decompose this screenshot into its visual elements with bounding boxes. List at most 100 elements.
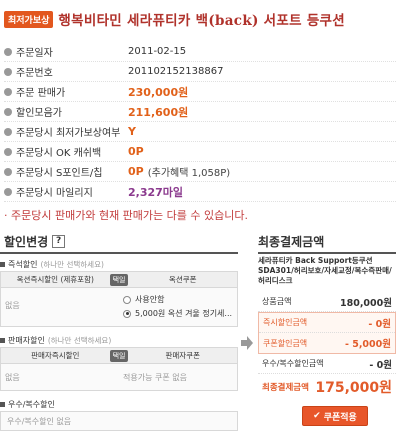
instant-discount-title: 즉석할인 — [8, 259, 38, 269]
instant-discount-left-cell: 없음 — [1, 288, 119, 328]
s-point-value: 0P — [128, 165, 144, 178]
auction-coupon-cell: 사용안함 5,000원 옥션 겨울 정기세... — [119, 288, 237, 328]
apply-coupon-button[interactable]: ✔ 쿠폰적용 — [302, 406, 368, 426]
bullet-icon — [4, 187, 12, 196]
arrow-right-icon — [241, 336, 253, 350]
discount-price-value: 211,600원 — [128, 105, 189, 119]
order-info-row: 주문번호 201102152138867 — [4, 62, 396, 82]
no-discount-text: 없음 — [5, 301, 20, 310]
square-bullet-icon — [0, 261, 5, 267]
seller-discount-body: 없음 적용가능 쿠폰 없음 — [1, 364, 237, 389]
bullet-icon — [4, 47, 12, 56]
order-info-row: 주문당시 최저가보상여부 Y — [4, 122, 396, 142]
order-info-label: 주문번호 — [16, 68, 53, 79]
combo-discount-title: 우수/복수할인 — [8, 399, 55, 409]
seller-discount-label: 판매자할인 (하나만 선택하세요) — [0, 333, 238, 347]
discount-amount-box: 즉시할인금액 - 0원 쿠폰할인금액 - 5,000원 — [258, 312, 396, 354]
lowest-price-guarantee-value: Y — [128, 125, 136, 138]
order-info-list: 주문일자 2011-02-15 주문번호 201102152138867 주문 … — [4, 42, 396, 202]
square-bullet-icon — [0, 337, 5, 343]
seller-instant-discount-col: 판매자즉시할인 — [31, 351, 80, 360]
coupon-discount-amount-value: - 5,000원 — [344, 339, 391, 350]
bullet-icon — [4, 107, 12, 116]
order-info-label: 할인모음가 — [16, 108, 62, 119]
bullet-icon — [4, 127, 12, 136]
discount-change-title: 할인변경 — [4, 235, 49, 249]
auction-coupon-col: 옥션쿠폰 — [168, 275, 197, 284]
combo-discount-amount-label: 우수/복수할인금액 — [262, 359, 324, 368]
no-combo-discount-text: 우수/복수할인 없음 — [7, 416, 72, 426]
radio-button-checked[interactable] — [123, 309, 131, 318]
bullet-icon — [4, 87, 12, 96]
check-icon: ✔ — [313, 411, 321, 421]
product-amount-row: 상품금액 180,000원 — [258, 292, 396, 312]
bullet-icon — [4, 167, 12, 176]
order-info-label: 주문일자 — [16, 48, 53, 59]
seller-discount-head: 판매자즉시할인 택일 판매자쿠폰 — [1, 348, 237, 364]
seller-discount-box: 판매자즉시할인 택일 판매자쿠폰 없음 적용가능 쿠폰 없음 — [0, 347, 238, 391]
product-amount-value: 180,000원 — [339, 297, 392, 309]
lowest-price-badge: 최저가보상 — [4, 10, 54, 28]
order-info-label: 주문 판매가 — [16, 88, 66, 99]
final-payment-title: 최종결제금액 — [258, 235, 325, 249]
no-coupon-text: 적용가능 쿠폰 없음 — [123, 373, 187, 382]
seller-discount-left-cell: 없음 — [1, 364, 119, 389]
order-number-value: 201102152138867 — [128, 66, 224, 77]
instant-discount-box: 옥션즉시할인 (제휴포함) 택일 옥션쿠폰 없음 사용안함 5,000원 옥션 … — [0, 271, 238, 327]
divider — [258, 252, 396, 254]
price-notice: · 주문당시 판매가와 현재 판매가는 다를 수 있습니다. — [4, 209, 248, 222]
seller-coupon-cell: 적용가능 쿠폰 없음 — [119, 364, 237, 389]
bullet-icon — [4, 147, 12, 156]
product-title: 행복비타민 세라퓨티카 백(back) 서포트 등쿠션 — [58, 13, 345, 29]
combo-discount-amount-value: - 0원 — [369, 359, 392, 371]
product-amount-label: 상품금액 — [262, 297, 292, 306]
apply-coupon-label: 쿠폰적용 — [323, 412, 357, 423]
instant-discount-amount-label: 즉시할인금액 — [263, 318, 308, 327]
no-discount-text: 없음 — [5, 373, 20, 382]
discount-change-header: 할인변경 ? — [4, 233, 66, 250]
select-one-hint: (하나만 선택하세요) — [47, 335, 112, 345]
coupon-option-label: 5,000원 옥션 겨울 정기세... — [135, 309, 233, 318]
choose-one-tag: 택일 — [109, 273, 129, 286]
order-info-label: 주문당시 마일리지 — [16, 188, 93, 199]
order-info-row: 할인모음가 211,600원 — [4, 102, 396, 122]
bullet-icon — [4, 67, 12, 76]
mileage-value: 2,327마일 — [128, 185, 184, 199]
ok-cashbag-value: 0P — [128, 145, 144, 158]
radio-button[interactable] — [123, 295, 131, 304]
final-amount-value: 175,000원 — [315, 380, 392, 396]
order-info-row: 주문당시 S포인트/칩 0P (추가혜택 1,058P) — [4, 162, 396, 182]
combo-discount-amount-row: 우수/복수할인금액 - 0원 — [258, 354, 396, 374]
combo-discount-label: 우수/복수할인 — [0, 397, 238, 411]
s-point-extra: (추가혜택 1,058P) — [147, 168, 231, 179]
seller-coupon-col: 판매자쿠폰 — [165, 351, 200, 360]
seller-discount-title: 판매자할인 — [8, 335, 45, 345]
choose-one-tag: 택일 — [109, 349, 129, 362]
auction-instant-discount-col: 옥션즉시할인 (제휴포함) — [16, 275, 94, 284]
order-info-label: 주문당시 OK 캐쉬백 — [16, 148, 102, 159]
select-one-hint: (하나만 선택하세요) — [40, 259, 104, 269]
coupon-discount-amount-row: 쿠폰할인금액 - 5,000원 — [259, 333, 395, 353]
order-info-row: 주문당시 OK 캐쉬백 0P — [4, 142, 396, 162]
order-info-label: 주문당시 S포인트/칩 — [16, 168, 103, 179]
instant-discount-amount-value: - 0원 — [368, 318, 391, 330]
instant-discount-body: 없음 사용안함 5,000원 옥션 겨울 정기세... — [1, 288, 237, 328]
discount-change-panel: 즉석할인 (하나만 선택하세요) 옥션즉시할인 (제휴포함) 택일 옥션쿠폰 없… — [0, 254, 238, 431]
square-bullet-icon — [0, 401, 5, 407]
coupon-option-none[interactable]: 사용안함 — [123, 294, 233, 305]
order-info-row: 주문당시 마일리지 2,327마일 — [4, 182, 396, 202]
coupon-discount-amount-label: 쿠폰할인금액 — [263, 338, 308, 348]
instant-discount-head: 옥션즉시할인 (제휴포함) 택일 옥션쿠폰 — [1, 272, 237, 288]
order-info-row: 주문 판매가 230,000원 — [4, 82, 396, 102]
order-date-value: 2011-02-15 — [128, 46, 187, 57]
combo-discount-box: 우수/복수할인 없음 — [0, 411, 238, 431]
product-header: 최저가보상 행복비타민 세라퓨티카 백(back) 서포트 등쿠션 — [4, 10, 396, 29]
instant-discount-label: 즉석할인 (하나만 선택하세요) — [0, 257, 238, 271]
help-icon[interactable]: ? — [52, 235, 66, 248]
instant-discount-amount-row: 즉시할인금액 - 0원 — [259, 313, 395, 333]
final-amount-label: 최종결제금액 — [262, 383, 309, 393]
order-info-label: 주문당시 최저가보상여부 — [16, 128, 121, 139]
product-description: 세라퓨티카 Back Support등쿠션 SDA301/허리보호/자세교정/복… — [258, 256, 392, 285]
coupon-option-label: 사용안함 — [135, 295, 165, 304]
coupon-option-winter[interactable]: 5,000원 옥션 겨울 정기세... — [123, 308, 233, 319]
